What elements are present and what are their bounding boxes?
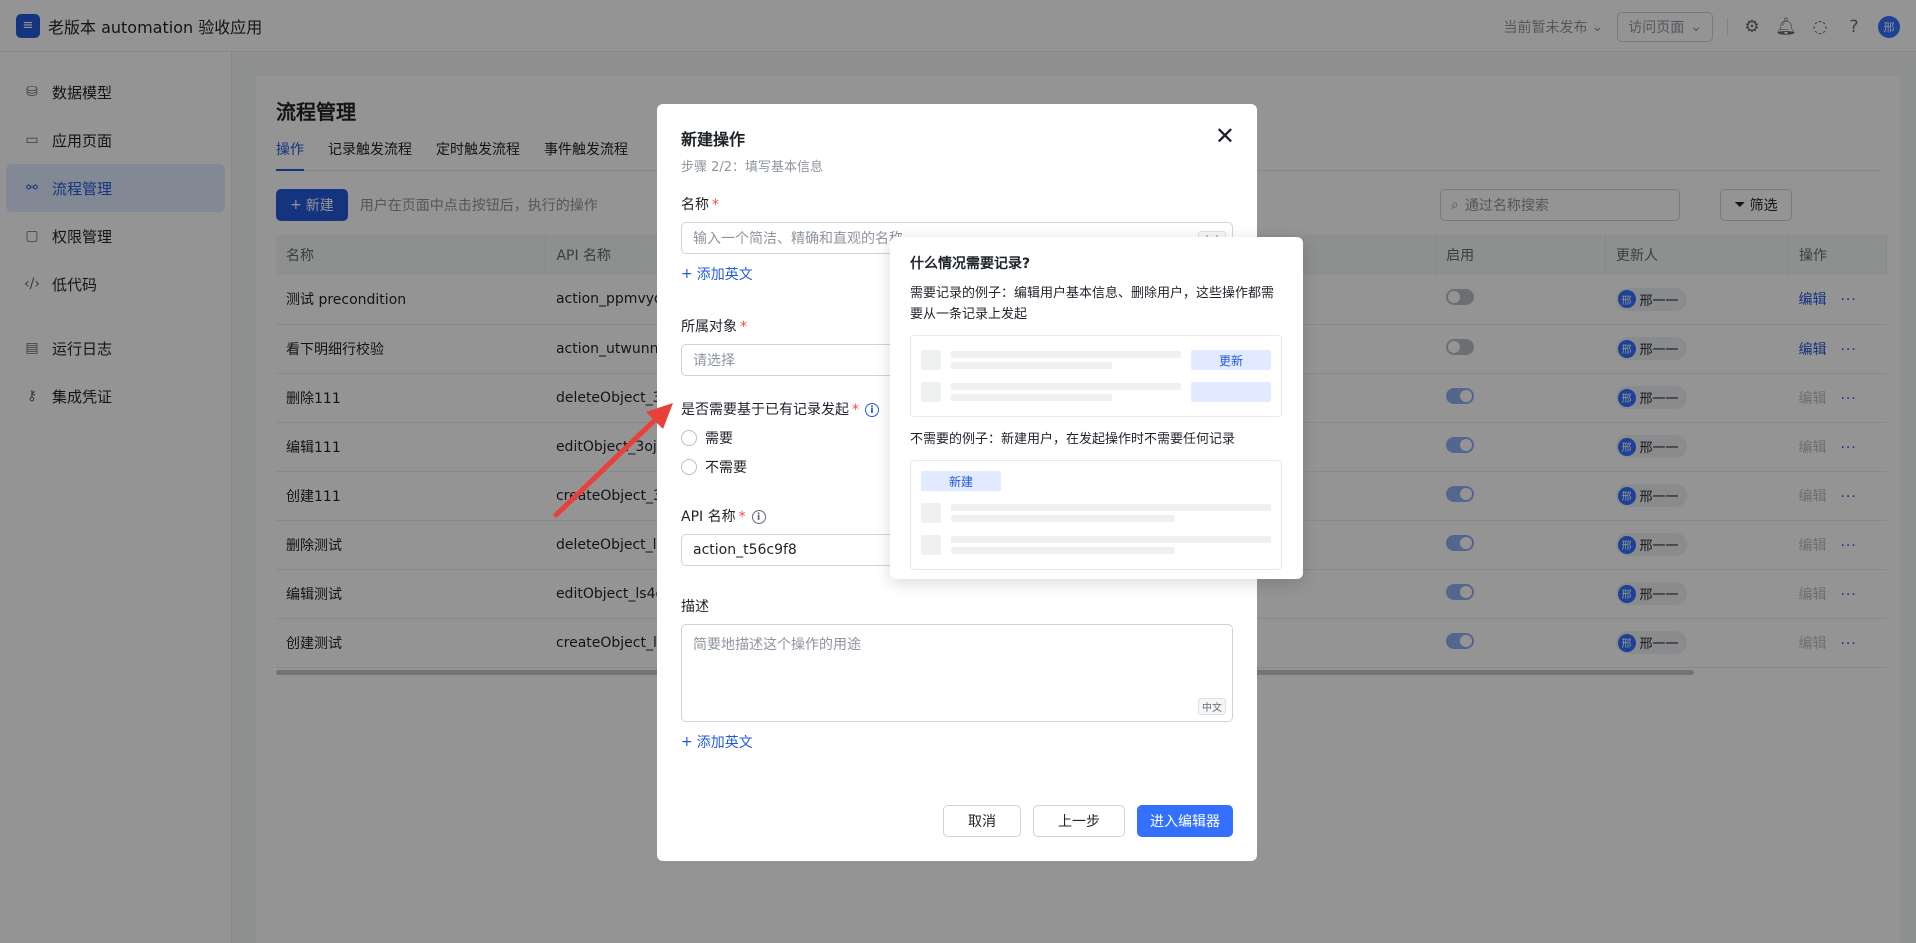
skeleton-row: 更新 <box>921 344 1271 376</box>
skeleton-line <box>951 536 1271 543</box>
skeleton-square <box>921 503 941 523</box>
dialog-title: 新建操作 <box>681 130 746 149</box>
add-english-label: 添加英文 <box>696 267 753 283</box>
skeleton-row <box>921 529 1271 561</box>
dialog-footer: 取消 上一步 进入编辑器 <box>943 805 1233 837</box>
name-label: 名称 * <box>681 197 719 213</box>
object-label: 所属对象 * <box>681 319 747 335</box>
popover-title: 什么情况需要记录? <box>910 256 1031 272</box>
skeleton-row <box>921 376 1271 408</box>
close-icon[interactable]: ✕ <box>1215 124 1235 148</box>
description-placeholder: 简要地描述这个操作的用途 <box>693 637 861 653</box>
add-english-description-link[interactable]: + 添加英文 <box>681 732 753 752</box>
radio-need-label: 需要 <box>705 431 733 447</box>
skeleton-square <box>921 382 941 402</box>
radio-need[interactable]: 需要 <box>681 428 733 448</box>
popover-no-need-text: 不需要的例子：新建用户，在发起操作时不需要任何记录 <box>910 432 1236 447</box>
api-name-value: action_t56c9f8 <box>693 542 797 558</box>
radio-no-need[interactable]: 不需要 <box>681 457 747 477</box>
need-example-illustration: 更新 <box>910 335 1282 417</box>
api-name-label: API 名称 * i <box>681 506 766 526</box>
add-english-label: 添加英文 <box>696 735 753 751</box>
skeleton-lines <box>951 532 1271 558</box>
skeleton-line <box>951 362 1112 369</box>
language-tag: 中文 <box>1198 698 1226 715</box>
enter-editor-button[interactable]: 进入编辑器 <box>1137 805 1233 837</box>
record-help-popover: 什么情况需要记录? 需要记录的例子：编辑用户基本信息、删除用户，这些操作都需要从… <box>890 237 1303 579</box>
blank-chip <box>1191 382 1271 402</box>
dialog-subtitle: 步骤 2/2：填写基本信息 <box>681 160 824 175</box>
skeleton-line <box>951 383 1181 390</box>
skeleton-lines <box>951 347 1181 373</box>
plus-icon: + <box>681 734 693 750</box>
cancel-button[interactable]: 取消 <box>943 805 1021 837</box>
description-textarea[interactable]: 简要地描述这个操作的用途 中文 <box>681 624 1233 722</box>
skeleton-line <box>951 547 1175 554</box>
info-icon[interactable]: i <box>865 403 879 417</box>
object-placeholder: 请选择 <box>693 353 735 369</box>
add-english-name-link[interactable]: + 添加英文 <box>681 264 753 284</box>
radio-circle[interactable] <box>681 459 697 475</box>
skeleton-square <box>921 535 941 555</box>
previous-step-button[interactable]: 上一步 <box>1033 805 1125 837</box>
skeleton-line <box>951 504 1271 511</box>
skeleton-lines <box>951 379 1181 405</box>
skeleton-lines <box>951 500 1271 526</box>
skeleton-line <box>951 351 1181 358</box>
plus-icon: + <box>681 266 693 282</box>
record-question-label: 是否需要基于已有记录发起 * i <box>681 399 879 419</box>
annotation-arrow-icon <box>553 403 673 518</box>
skeleton-line <box>951 515 1175 522</box>
new-chip: 新建 <box>921 471 1001 491</box>
update-chip: 更新 <box>1191 350 1271 370</box>
skeleton-square <box>921 350 941 370</box>
radio-circle[interactable] <box>681 430 697 446</box>
description-label: 描述 <box>681 599 709 615</box>
skeleton-row <box>921 497 1271 529</box>
skeleton-line <box>951 394 1112 401</box>
popover-need-text: 需要记录的例子：编辑用户基本信息、删除用户，这些操作都需要从一条记录上发起 <box>910 286 1275 322</box>
radio-no-need-label: 不需要 <box>705 460 747 476</box>
info-icon[interactable]: i <box>751 510 766 524</box>
no-need-example-illustration: 新建 <box>910 460 1282 570</box>
name-placeholder: 输入一个简洁、精确和直观的名称 <box>693 231 903 247</box>
